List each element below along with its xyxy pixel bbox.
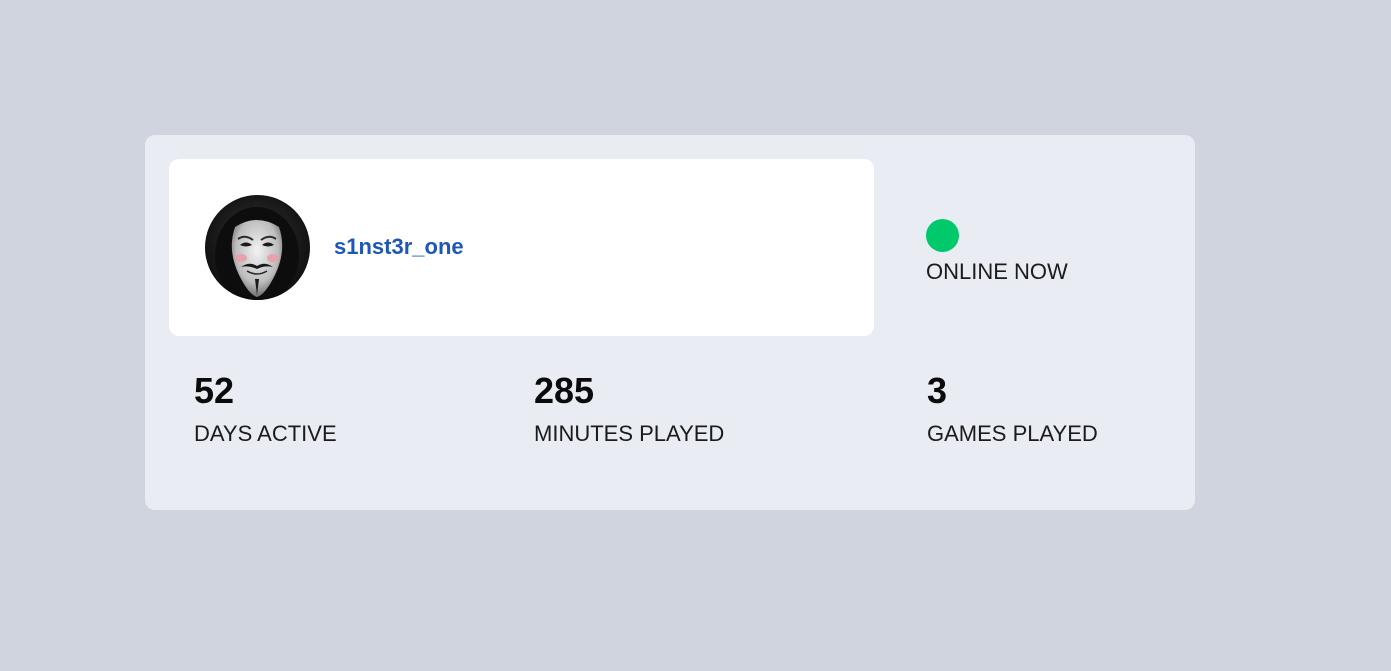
stat-games-played: 3 GAMES PLAYED bbox=[927, 373, 1098, 447]
stat-minutes-played: 285 MINUTES PLAYED bbox=[534, 373, 724, 447]
player-stats-card: s1nst3r_one ONLINE NOW 52 DAYS ACTIVE 28… bbox=[145, 135, 1195, 510]
masked-face-avatar-icon bbox=[215, 207, 299, 300]
stat-value: 3 bbox=[927, 370, 948, 411]
profile-panel: s1nst3r_one bbox=[169, 159, 874, 336]
avatar[interactable] bbox=[205, 195, 310, 300]
stat-label: DAYS ACTIVE bbox=[194, 421, 337, 446]
online-status: ONLINE NOW bbox=[926, 219, 1068, 285]
stat-value: 52 bbox=[194, 370, 235, 411]
online-status-label: ONLINE NOW bbox=[926, 259, 1068, 284]
stat-days-active: 52 DAYS ACTIVE bbox=[194, 373, 337, 447]
stat-value: 285 bbox=[534, 370, 595, 411]
username-link[interactable]: s1nst3r_one bbox=[334, 234, 464, 260]
stat-label: MINUTES PLAYED bbox=[534, 421, 725, 446]
online-indicator-dot bbox=[926, 219, 959, 252]
stat-label: GAMES PLAYED bbox=[927, 421, 1098, 446]
